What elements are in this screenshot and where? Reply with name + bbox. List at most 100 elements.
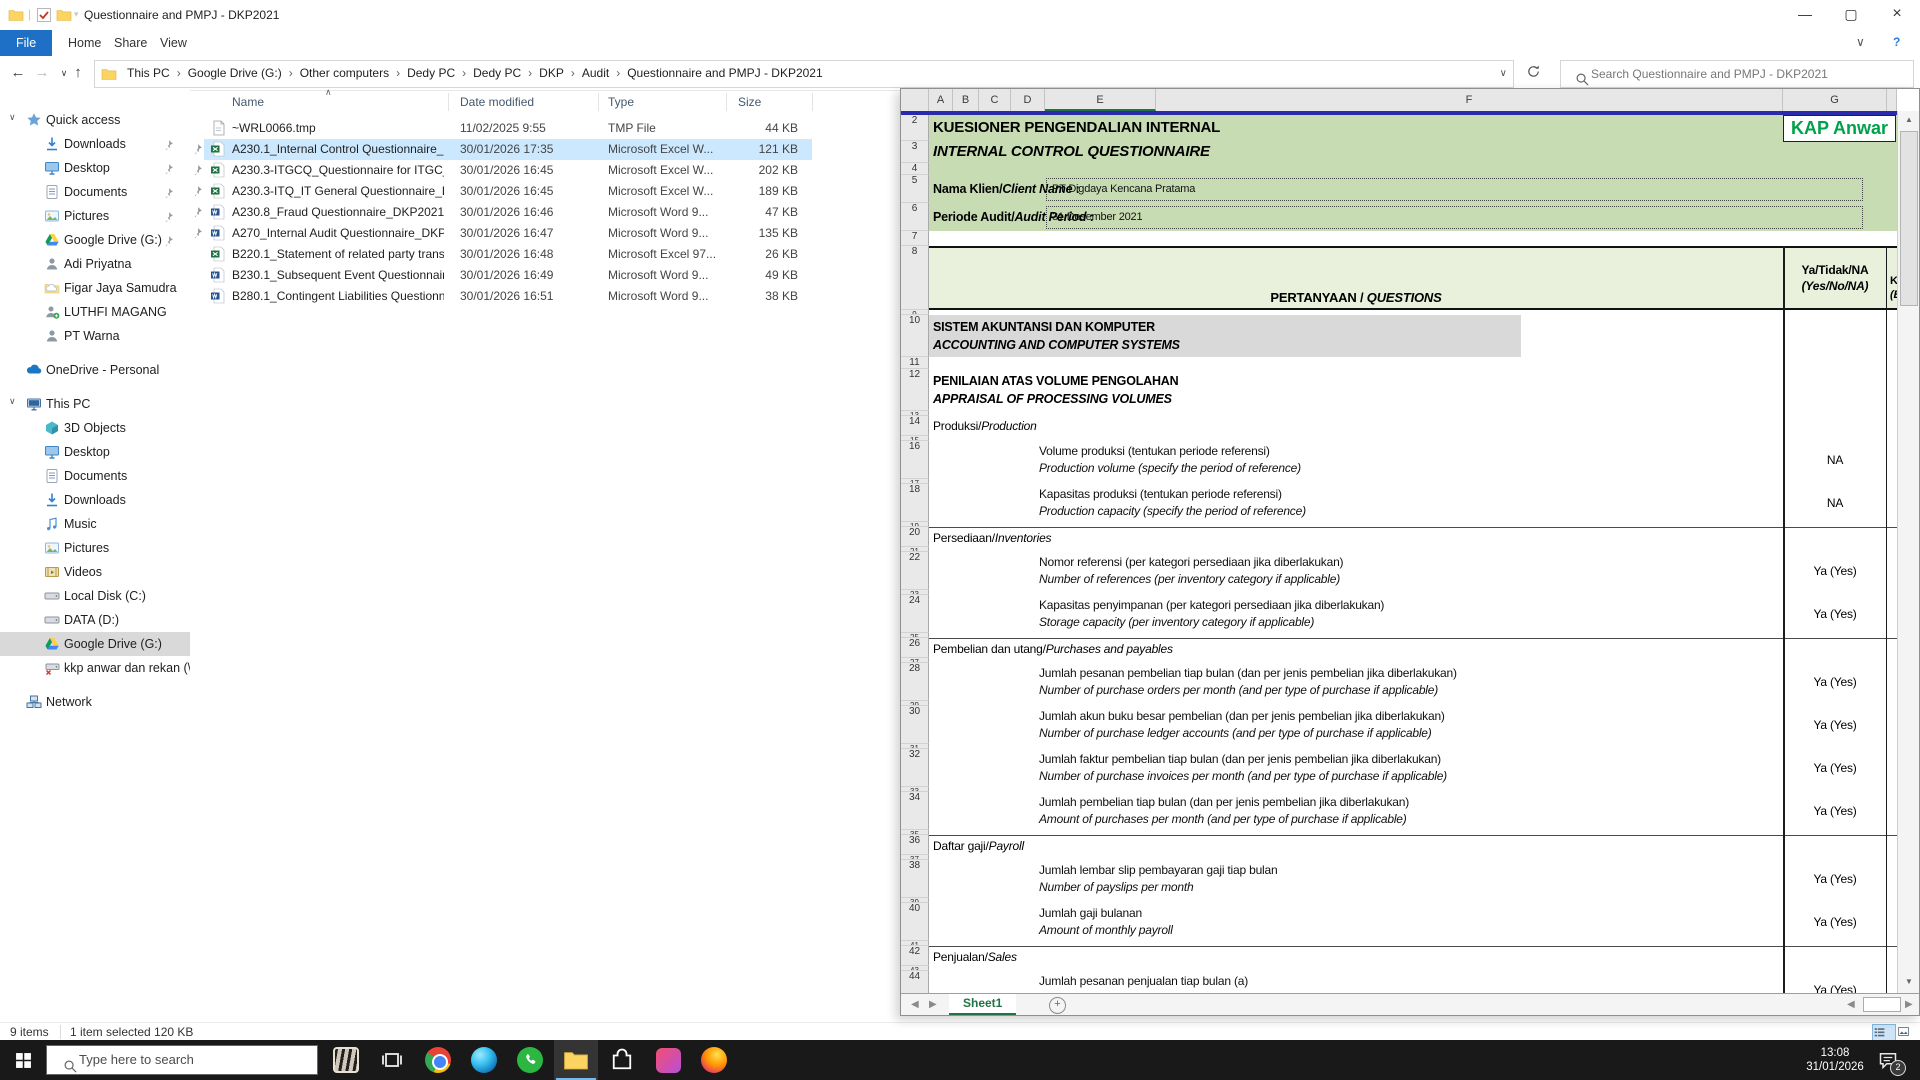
question-cell[interactable]: Jumlah pesanan penjualan tiap bulan (a)N… <box>1039 973 1759 993</box>
answer-cell[interactable]: Ya (Yes) <box>1783 903 1887 941</box>
sidebar-item-music[interactable]: Music <box>0 512 190 536</box>
taskbar-app-chrome-icon[interactable] <box>416 1040 460 1080</box>
vertical-scroll-thumb[interactable] <box>1900 131 1918 306</box>
row-number[interactable]: 11 <box>901 357 929 369</box>
excel-vertical-scrollbar[interactable]: ▲ ▼ <box>1897 111 1920 993</box>
hscroll-right-icon[interactable]: ▶ <box>1905 994 1913 1015</box>
excel-cell-area[interactable]: Jumlah pesanan penjualan tiap bulan (a)N… <box>929 971 1897 993</box>
file-row[interactable]: B230.1_Subsequent Event Questionnaire_..… <box>190 265 910 286</box>
group-label-cell[interactable]: Produksi/Production <box>933 416 1037 436</box>
sidebar-group-this-pc[interactable]: ∨This PC <box>0 392 190 416</box>
start-button[interactable] <box>0 1040 46 1080</box>
excel-cell-area[interactable]: Daftar gaji/Payroll <box>929 835 1897 855</box>
chevron-expanded-icon[interactable]: ∨ <box>9 396 16 407</box>
question-cell[interactable]: Jumlah faktur pembelian tiap bulan (dan … <box>1039 751 1759 785</box>
sidebar-item-pictures[interactable]: Pictures <box>0 204 190 228</box>
excel-column-header-A[interactable]: A <box>929 89 953 111</box>
taskbar-app-firefox-icon[interactable] <box>692 1040 736 1080</box>
sidebar-item-figar-jaya-samudra[interactable]: Figar Jaya Samudra <box>0 276 190 300</box>
thumbnail-view-toggle[interactable] <box>1896 1024 1920 1040</box>
excel-cell-area[interactable]: Periode Audit/Audit Period :31 Desember … <box>929 203 1897 231</box>
row-number[interactable]: 28 <box>901 663 929 701</box>
excel-cell-area[interactable]: PERTANYAAN / QUESTIONSYa/Tidak/NA(Yes/No… <box>929 246 1897 310</box>
taskbar-app-task-view-icon[interactable] <box>370 1040 414 1080</box>
sidebar-item-google-drive-g-[interactable]: Google Drive (G:) <box>0 228 190 252</box>
breadcrumb-item[interactable]: Google Drive (G:) <box>184 61 286 86</box>
question-cell[interactable]: Jumlah akun buku besar pembelian (dan pe… <box>1039 708 1759 742</box>
excel-cell-area[interactable]: Produksi/Production <box>929 416 1897 436</box>
breadcrumb-item[interactable]: DKP <box>535 61 568 86</box>
excel-column-header-partial[interactable] <box>1887 89 1897 111</box>
column-header-name[interactable]: Name <box>232 90 264 114</box>
sidebar-item-downloads[interactable]: Downloads <box>0 132 190 156</box>
qat-properties-check-icon[interactable] <box>36 7 52 23</box>
answer-cell[interactable]: Ya (Yes) <box>1783 595 1887 633</box>
sheet-prev-icon[interactable]: ◀ <box>911 994 919 1015</box>
sidebar-item-3d-objects[interactable]: 3D Objects <box>0 416 190 440</box>
row-number[interactable]: 16 <box>901 441 929 479</box>
row-number[interactable]: 32 <box>901 749 929 787</box>
row-number[interactable]: 26 <box>901 638 929 658</box>
excel-cell-area[interactable]: Jumlah akun buku besar pembelian (dan pe… <box>929 706 1897 744</box>
horizontal-scroll-thumb[interactable] <box>1863 997 1901 1012</box>
file-row[interactable]: A270_Internal Audit Questionnaire_DKP2..… <box>190 223 910 244</box>
excel-cell-area[interactable]: Jumlah pembelian tiap bulan (dan per jen… <box>929 792 1897 830</box>
sidebar-item-pt-warna[interactable]: PT Warna <box>0 324 190 348</box>
sidebar-item-documents[interactable]: Documents <box>0 464 190 488</box>
close-button[interactable]: × <box>1874 0 1920 30</box>
sidebar-item-videos[interactable]: Videos <box>0 560 190 584</box>
answer-cell[interactable]: Ya (Yes) <box>1783 792 1887 830</box>
qat-new-folder-icon[interactable] <box>56 7 72 23</box>
excel-cell-area[interactable]: Jumlah lembar slip pembayaran gaji tiap … <box>929 860 1897 898</box>
taskbar-app-photos-zebra-icon[interactable] <box>324 1040 368 1080</box>
row-number[interactable]: 7 <box>901 231 929 246</box>
breadcrumb-item[interactable]: Audit <box>578 61 613 86</box>
row-number[interactable]: 22 <box>901 552 929 590</box>
group-label-cell[interactable]: Pembelian dan utang/Purchases and payabl… <box>933 639 1173 658</box>
scroll-down-icon[interactable]: ▼ <box>1898 973 1920 991</box>
column-header-type[interactable]: Type <box>608 90 634 114</box>
row-number[interactable]: 10 <box>901 315 929 357</box>
answer-cell[interactable]: Ya (Yes) <box>1783 552 1887 590</box>
excel-cell-area[interactable]: KUESIONER PENGENDALIAN INTERNAL <box>929 115 1897 141</box>
file-row[interactable]: A230.8_Fraud Questionnaire_DKP202130/01/… <box>190 202 910 223</box>
section-header-cell[interactable]: SISTEM AKUNTANSI DAN KOMPUTERACCOUNTING … <box>929 315 1521 357</box>
group-label-cell[interactable]: Persediaan/Inventories <box>933 528 1051 547</box>
answer-cell[interactable]: NA <box>1783 484 1887 522</box>
excel-column-header-B[interactable]: B <box>953 89 979 111</box>
sidebar-group-onedrive-personal[interactable]: OneDrive - Personal <box>0 358 190 382</box>
group-label-cell[interactable]: Penjualan/Sales <box>933 947 1017 966</box>
sidebar-item-data-d-[interactable]: DATA (D:) <box>0 608 190 632</box>
details-view-toggle[interactable] <box>1872 1024 1896 1040</box>
subsection-cell[interactable]: PENILAIAN ATAS VOLUME PENGOLAHANAPPRAISA… <box>933 372 1178 408</box>
forward-button[interactable]: → <box>30 61 54 85</box>
file-row[interactable]: A230.3-ITGCQ_Questionnaire for ITGC_DK..… <box>190 160 910 181</box>
ribbon-collapse-icon[interactable]: ∨ <box>1856 35 1865 49</box>
sidebar-item-google-drive-g-[interactable]: Google Drive (G:) <box>0 632 190 656</box>
row-number[interactable]: 8 <box>901 246 929 310</box>
back-button[interactable]: ← <box>6 61 30 85</box>
qat-customize-chevron-icon[interactable]: ▾ <box>74 9 79 20</box>
scroll-up-icon[interactable]: ▲ <box>1898 111 1920 129</box>
excel-cell-area[interactable]: Jumlah pesanan pembelian tiap bulan (dan… <box>929 663 1897 701</box>
row-number[interactable]: 18 <box>901 484 929 522</box>
row-number[interactable]: 3 <box>901 141 929 163</box>
sidebar-item-kkp-anwar-dan-rekan-1[interactable]: kkp anwar dan rekan (\\1 <box>0 656 190 680</box>
qat-folder-icon[interactable] <box>8 7 24 23</box>
row-number[interactable]: 6 <box>901 203 929 231</box>
row-number[interactable]: 4 <box>901 163 929 175</box>
question-cell[interactable]: Nomor referensi (per kategori persediaan… <box>1039 554 1759 588</box>
refresh-icon[interactable] <box>1526 64 1546 84</box>
row-number[interactable]: 5 <box>901 175 929 203</box>
question-cell[interactable]: Jumlah pembelian tiap bulan (dan per jen… <box>1039 794 1759 828</box>
ribbon-tab-file[interactable]: File <box>0 30 52 56</box>
row-number[interactable]: 12 <box>901 369 929 411</box>
row-number[interactable]: 36 <box>901 835 929 855</box>
up-button[interactable]: ↑ <box>66 61 90 85</box>
breadcrumb-item[interactable]: Dedy PC <box>403 61 459 86</box>
answer-cell[interactable]: Ya (Yes) <box>1783 706 1887 744</box>
breadcrumb-item[interactable]: This PC <box>123 61 174 86</box>
column-separator[interactable] <box>726 93 727 111</box>
chevron-expanded-icon[interactable]: ∨ <box>9 112 16 123</box>
column-header-date-modified[interactable]: Date modified <box>460 90 534 114</box>
